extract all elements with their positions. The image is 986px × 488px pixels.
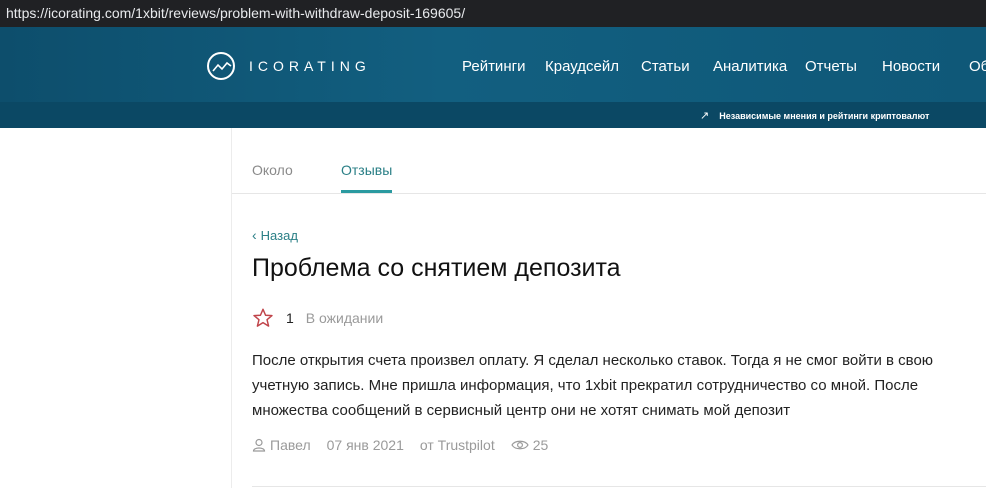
divider [252, 486, 986, 487]
nav-item-reports[interactable]: Отчеты [805, 58, 857, 75]
view-count: 25 [532, 437, 549, 453]
nav-item-about[interactable]: Об [969, 58, 986, 75]
active-tab-indicator [341, 190, 392, 193]
rating-value: 1 [286, 310, 294, 326]
address-bar[interactable]: https://icorating.com/1xbit/reviews/prob… [0, 0, 986, 27]
review-source: от Trustpilot [419, 437, 495, 453]
tagline-bar: ↗ Независимые мнения и рейтинги криптова… [0, 102, 986, 128]
back-label: Назад [260, 227, 298, 243]
tagline[interactable]: ↗ Независимые мнения и рейтинги криптова… [700, 109, 929, 122]
author-name: Павел [270, 437, 311, 453]
nav-item-articles[interactable]: Статьи [641, 58, 690, 75]
site-header: ICORATING Рейтинги Краудсейл Статьи Анал… [0, 27, 986, 102]
review-meta: Павел 07 янв 2021 от Trustpilot 25 [252, 437, 564, 453]
review-date: 07 янв 2021 [326, 437, 404, 453]
back-link[interactable]: ‹ Назад [252, 227, 298, 243]
user-icon [252, 438, 266, 452]
rating-row: 1 В ожидании [252, 306, 383, 330]
tab-about[interactable]: Около [252, 162, 293, 178]
main-content: Около Отзывы ‹ Назад Проблема со снятием… [231, 128, 986, 488]
tab-reviews[interactable]: Отзывы [341, 162, 392, 178]
nav-item-crowdsale[interactable]: Краудсейл [545, 58, 619, 75]
nav-item-analytics[interactable]: Аналитика [713, 58, 787, 75]
views: 25 [511, 437, 549, 453]
url-text: https://icorating.com/1xbit/reviews/prob… [6, 5, 466, 21]
status-badge: В ожидании [305, 310, 384, 326]
review-text: После открытия счета произвел оплату. Я … [252, 352, 934, 419]
left-margin [0, 128, 231, 488]
arrow-up-right-icon: ↗ [700, 110, 710, 122]
eye-icon [511, 440, 529, 450]
tabs: Около Отзывы [232, 128, 986, 194]
nav-item-ratings[interactable]: Рейтинги [462, 58, 525, 75]
review-title: Проблема со снятием депозита [252, 254, 621, 282]
nav-item-news[interactable]: Новости [882, 58, 940, 75]
author: Павел [252, 437, 311, 453]
chevron-left-icon: ‹ [252, 227, 257, 243]
main-nav: Рейтинги Краудсейл Статьи Аналитика Отче… [0, 27, 986, 102]
star-outline-icon[interactable] [252, 307, 274, 329]
tagline-text: Независимые мнения и рейтинги криптовалю… [719, 110, 930, 121]
